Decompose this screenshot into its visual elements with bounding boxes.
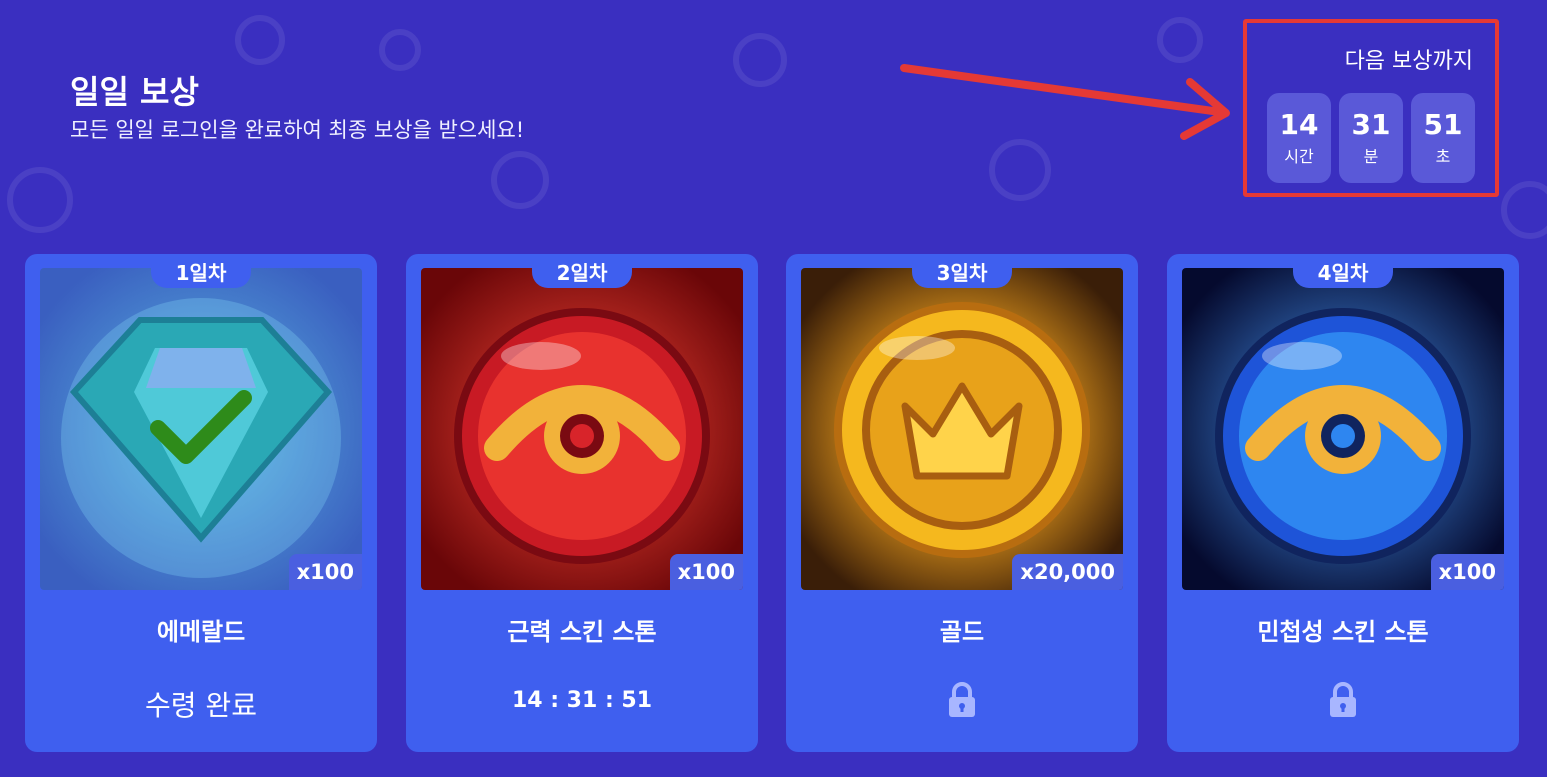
lock-icon (949, 682, 975, 717)
arrow-annotation (900, 64, 1230, 140)
reward-card-day-3[interactable]: 3일차 x20,000 골드 (786, 254, 1138, 752)
quantity-badge: x100 (669, 554, 743, 590)
claimed-status: 수령 완료 (145, 689, 257, 722)
reward-card-day-1[interactable]: 1일차 x100 에메랄드 수령 완료 (25, 254, 377, 752)
reward-card-day-2[interactable]: 2일차 x100 근력 스킨 스톤 14 : 31 : 51 (406, 254, 758, 752)
next-reward-timer: 다음 보상까지 14 시간 31 분 51 초 (1243, 19, 1499, 197)
timer-label: 다음 보상까지 (1344, 49, 1473, 74)
timer-minutes-label: 분 (1363, 147, 1379, 166)
reward-name: 에메랄드 (156, 618, 246, 646)
day-tab: 4일차 (1293, 254, 1393, 288)
timer-seconds: 51 초 (1411, 93, 1475, 183)
reward-name: 민첩성 스킨 스톤 (1257, 618, 1429, 646)
quantity-badge: x100 (288, 554, 362, 590)
reward-card-day-4[interactable]: 4일차 x100 민첩성 스킨 스톤 (1167, 254, 1519, 752)
page-subtitle: 모든 일일 로그인을 완료하여 최종 보상을 받으세요! (70, 118, 525, 142)
timer-hours-value: 14 (1279, 108, 1319, 141)
agility-stone-icon: x100 (1182, 268, 1504, 590)
day-tab: 2일차 (532, 254, 632, 288)
timer-hours: 14 시간 (1267, 93, 1331, 183)
lock-icon (1330, 682, 1356, 717)
emerald-icon: x100 (40, 268, 362, 590)
timer-seconds-value: 51 (1423, 108, 1463, 141)
strength-stone-icon: x100 (421, 268, 743, 590)
reward-name: 근력 스킨 스톤 (507, 618, 657, 646)
header: 일일 보상 모든 일일 로그인을 완료하여 최종 보상을 받으세요! (70, 72, 524, 144)
timer-minutes-value: 31 (1351, 108, 1391, 141)
timer-minutes: 31 분 (1339, 93, 1403, 183)
quantity-badge: x100 (1430, 554, 1504, 590)
reward-name: 골드 (939, 618, 985, 646)
day-tab: 3일차 (912, 254, 1012, 288)
countdown-status: 14 : 31 : 51 (511, 688, 653, 713)
gold-coin-icon: x20,000 (801, 268, 1123, 590)
day-tab: 1일차 (151, 254, 251, 288)
timer-seconds-label: 초 (1435, 147, 1451, 166)
timer-hours-label: 시간 (1284, 147, 1314, 166)
page-title: 일일 보상 (70, 73, 199, 111)
quantity-badge: x20,000 (1012, 554, 1123, 590)
